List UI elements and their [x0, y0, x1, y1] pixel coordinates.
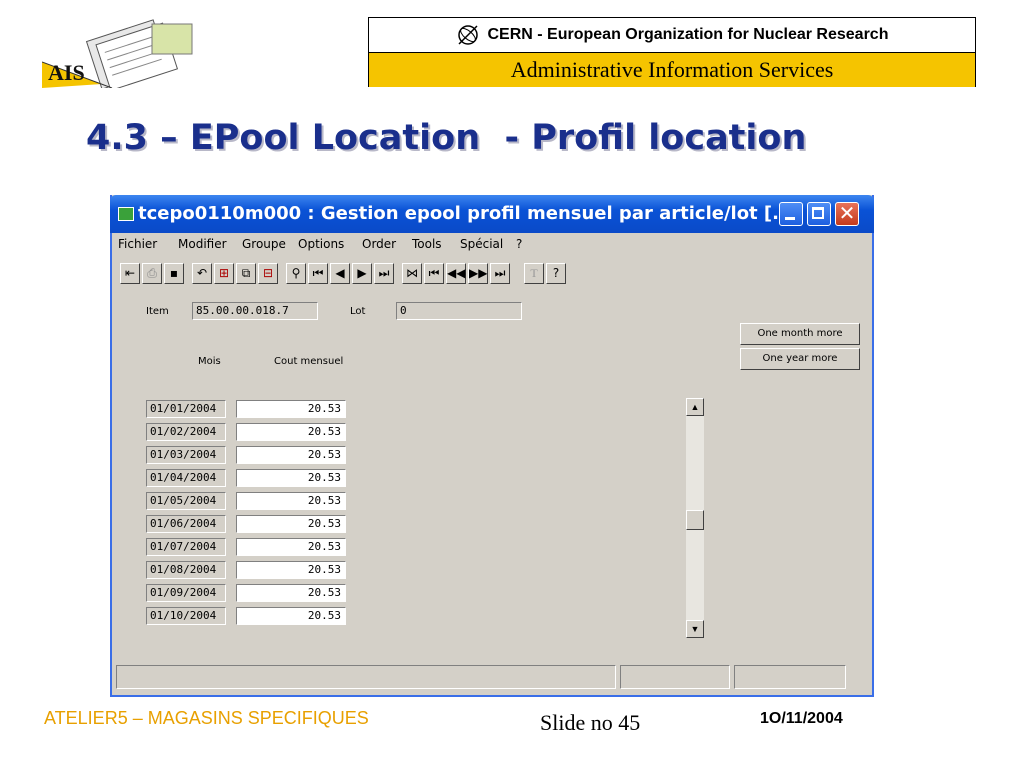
month-cell[interactable]: 01/10/2004 [146, 607, 226, 625]
menu-fichier[interactable]: Fichier [118, 237, 157, 251]
cern-icon [457, 25, 478, 45]
minimize-button[interactable] [779, 202, 803, 226]
undo-icon[interactable]: ↶ [192, 263, 212, 284]
fast-back-icon[interactable]: ◀◀ [446, 263, 466, 284]
banner-bottom-text: Administrative Information Services [510, 57, 834, 82]
month-cell[interactable]: 01/04/2004 [146, 469, 226, 487]
item-field[interactable]: 85.00.00.018.7 [192, 302, 318, 320]
scroll-down-icon[interactable]: ▼ [686, 620, 704, 638]
window-titlebar[interactable]: tcepo0110m000 : Gestion epool profil men… [110, 195, 874, 233]
close-icon: ✕ [838, 201, 856, 225]
cost-cell[interactable]: 20.53 [236, 515, 346, 533]
menu-tools[interactable]: Tools [412, 237, 442, 251]
lot-field[interactable]: 0 [396, 302, 522, 320]
banner-top-text: CERN - European Organization for Nuclear… [487, 26, 889, 43]
status-panel-3 [734, 665, 846, 689]
cern-banner: CERN - European Organization for Nuclear… [368, 17, 976, 87]
menu-special[interactable]: Spécial [460, 237, 503, 251]
month-cell[interactable]: 01/09/2004 [146, 584, 226, 602]
one-year-more-button[interactable]: One year more [740, 348, 860, 370]
cost-cell[interactable]: 20.53 [236, 400, 346, 418]
first-group-icon[interactable]: ⋈ [402, 263, 422, 284]
month-cell[interactable]: 01/06/2004 [146, 515, 226, 533]
month-cell[interactable]: 01/07/2004 [146, 538, 226, 556]
cost-cell[interactable]: 20.53 [236, 446, 346, 464]
toolbar: ⇤ ⎙ ▪ ↶ ⊞ ⧉ ⊟ ⚲ ⏮ ◀ ▶ ⏭ ⋈ ⏮ ◀◀ ▶▶ ⏭ T ? [112, 257, 872, 287]
month-cell[interactable]: 01/03/2004 [146, 446, 226, 464]
save-icon[interactable]: ▪ [164, 263, 184, 284]
status-panel-2 [620, 665, 730, 689]
last-record-icon[interactable]: ⏭ [374, 263, 394, 284]
cost-cell[interactable]: 20.53 [236, 584, 346, 602]
month-cell[interactable]: 01/02/2004 [146, 423, 226, 441]
delete-icon[interactable]: ⊟ [258, 263, 278, 284]
close-button[interactable]: ✕ [835, 201, 859, 226]
prev-group-icon[interactable]: ⏮ [424, 263, 444, 284]
cost-cell[interactable]: 20.53 [236, 469, 346, 487]
next-record-icon[interactable]: ▶ [352, 263, 372, 284]
menu-groupe[interactable]: Groupe [242, 237, 286, 251]
first-record-icon[interactable]: ⏮ [308, 263, 328, 284]
find-icon[interactable]: ⚲ [286, 263, 306, 284]
cost-cell[interactable]: 20.53 [236, 561, 346, 579]
slide-title: 4.3 – EPool Location - Profil location [86, 118, 807, 158]
status-bar [116, 665, 868, 689]
window-title: tcepo0110m000 : Gestion epool profil men… [138, 203, 793, 224]
app-window: tcepo0110m000 : Gestion epool profil men… [110, 195, 874, 697]
footer-date: 1O/11/2004 [760, 710, 843, 727]
slide-number: Slide no 45 [540, 710, 641, 735]
ais-logo: AIS [41, 16, 198, 92]
last-group-icon[interactable]: ⏭ [490, 263, 510, 284]
print-icon[interactable]: ⎙ [142, 263, 162, 284]
cost-cell[interactable]: 20.53 [236, 607, 346, 625]
menu-help[interactable]: ? [516, 237, 522, 251]
cost-column-header: Cout mensuel [274, 356, 344, 367]
insert-icon[interactable]: ⊞ [214, 263, 234, 284]
app-icon [118, 207, 134, 221]
menu-bar: Fichier Modifier Groupe Options Order To… [112, 233, 872, 255]
lot-label: Lot [350, 306, 366, 317]
copy-icon[interactable]: ⧉ [236, 263, 256, 284]
status-panel-main [116, 665, 616, 689]
help-icon[interactable]: ? [546, 263, 566, 284]
maximize-button[interactable] [807, 202, 831, 226]
exit-icon[interactable]: ⇤ [120, 263, 140, 284]
month-cell[interactable]: 01/08/2004 [146, 561, 226, 579]
menu-modifier[interactable]: Modifier [178, 237, 227, 251]
vertical-scrollbar[interactable]: ▲ ▼ [686, 398, 704, 638]
scroll-thumb[interactable] [686, 510, 704, 530]
month-cell[interactable]: 01/01/2004 [146, 400, 226, 418]
fast-forward-icon[interactable]: ▶▶ [468, 263, 488, 284]
logo-text: AIS [48, 60, 85, 85]
prev-record-icon[interactable]: ◀ [330, 263, 350, 284]
one-month-more-button[interactable]: One month more [740, 323, 860, 345]
text-icon[interactable]: T [524, 263, 544, 284]
cost-cell[interactable]: 20.53 [236, 423, 346, 441]
menu-options[interactable]: Options [298, 237, 344, 251]
month-cell[interactable]: 01/05/2004 [146, 492, 226, 510]
footer-left: ATELIER5 – MAGASINS SPECIFIQUES [44, 708, 369, 728]
item-label: Item [146, 306, 169, 317]
scroll-up-icon[interactable]: ▲ [686, 398, 704, 416]
month-column-header: Mois [198, 356, 221, 367]
cost-cell[interactable]: 20.53 [236, 492, 346, 510]
cost-cell[interactable]: 20.53 [236, 538, 346, 556]
menu-order[interactable]: Order [362, 237, 396, 251]
